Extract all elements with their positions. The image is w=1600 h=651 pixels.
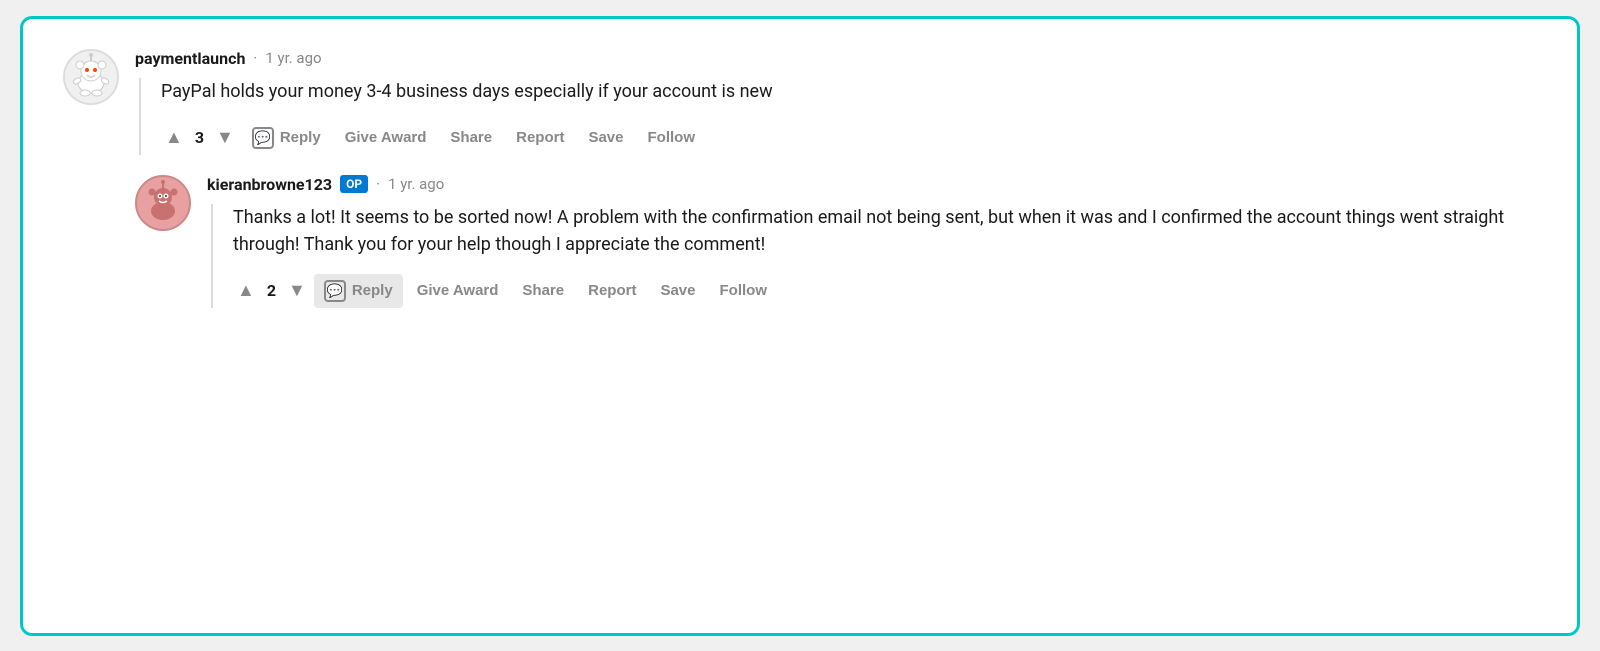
vote-count-1: 3 xyxy=(195,128,204,147)
comment-meta-2: kieranbrowne123 OP · 1 yr. ago xyxy=(207,175,1537,194)
comments-card: paymentlaunch · 1 yr. ago PayPal holds y… xyxy=(20,16,1580,636)
avatar-2 xyxy=(135,175,191,231)
actions-2: ▲ 2 ▼ 💬 Reply Give Award Share xyxy=(233,274,1537,308)
upvote-button-2[interactable]: ▲ xyxy=(233,276,259,305)
report-button-2[interactable]: Report xyxy=(578,276,646,305)
comment-meta-1: paymentlaunch · 1 yr. ago xyxy=(135,49,1537,68)
vote-count-2: 2 xyxy=(267,281,276,300)
downvote-button-2[interactable]: ▼ xyxy=(284,276,310,305)
avatar xyxy=(63,49,119,105)
share-button-1[interactable]: Share xyxy=(440,123,502,152)
save-label-1: Save xyxy=(588,129,623,146)
reply-icon-2: 💬 xyxy=(324,280,346,302)
give-award-label-1: Give Award xyxy=(345,129,427,146)
share-button-2[interactable]: Share xyxy=(512,276,574,305)
save-button-1[interactable]: Save xyxy=(578,123,633,152)
comment-1: paymentlaunch · 1 yr. ago PayPal holds y… xyxy=(63,49,1537,155)
upvote-button-1[interactable]: ▲ xyxy=(161,123,187,152)
report-label-2: Report xyxy=(588,282,636,299)
share-label-1: Share xyxy=(450,129,492,146)
username-2: kieranbrowne123 xyxy=(207,175,332,194)
comment-body-2: kieranbrowne123 OP · 1 yr. ago Thanks a … xyxy=(207,175,1537,308)
reply-label-1: Reply xyxy=(280,129,321,146)
separator-1: · xyxy=(253,49,257,67)
report-label-1: Report xyxy=(516,129,564,146)
give-award-button-2[interactable]: Give Award xyxy=(407,276,509,305)
comment-body-1: paymentlaunch · 1 yr. ago PayPal holds y… xyxy=(135,49,1537,155)
username-1: paymentlaunch xyxy=(135,49,245,68)
give-award-label-2: Give Award xyxy=(417,282,499,299)
timestamp-2: 1 yr. ago xyxy=(388,175,444,193)
save-label-2: Save xyxy=(660,282,695,299)
comment-text-1: PayPal holds your money 3-4 business day… xyxy=(161,78,1537,105)
timestamp-1: 1 yr. ago xyxy=(265,49,321,67)
save-button-2[interactable]: Save xyxy=(650,276,705,305)
report-button-1[interactable]: Report xyxy=(506,123,574,152)
comment-text-2: Thanks a lot! It seems to be sorted now!… xyxy=(233,204,1537,258)
follow-label-1: Follow xyxy=(648,129,696,146)
comment-content-2: Thanks a lot! It seems to be sorted now!… xyxy=(211,204,1537,308)
reply-label-2: Reply xyxy=(352,282,393,299)
follow-button-1[interactable]: Follow xyxy=(638,123,706,152)
share-label-2: Share xyxy=(522,282,564,299)
follow-label-2: Follow xyxy=(720,282,768,299)
comment-content-1: PayPal holds your money 3-4 business day… xyxy=(139,78,1537,155)
give-award-button-1[interactable]: Give Award xyxy=(335,123,437,152)
follow-button-2[interactable]: Follow xyxy=(710,276,778,305)
op-badge: OP xyxy=(340,175,368,193)
downvote-button-1[interactable]: ▼ xyxy=(212,123,238,152)
actions-1: ▲ 3 ▼ 💬 Reply Give Award Share Report xyxy=(161,121,1537,155)
reply-icon-1: 💬 xyxy=(252,127,274,149)
separator-2: · xyxy=(376,175,380,193)
reply-button-1[interactable]: 💬 Reply xyxy=(242,121,331,155)
reply-button-2[interactable]: 💬 Reply xyxy=(314,274,403,308)
comment-2: kieranbrowne123 OP · 1 yr. ago Thanks a … xyxy=(135,175,1537,308)
comment-2-wrapper: kieranbrowne123 OP · 1 yr. ago Thanks a … xyxy=(135,175,1537,308)
